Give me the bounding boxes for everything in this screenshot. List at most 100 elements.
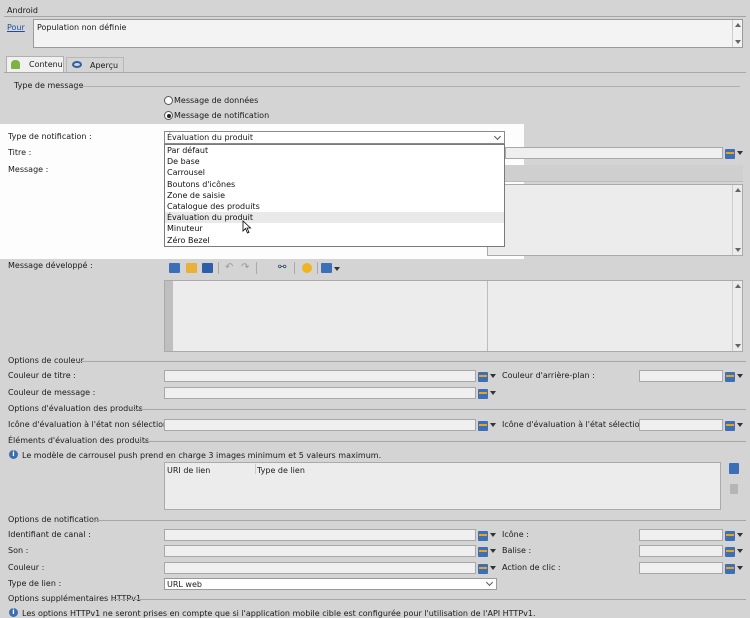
chevron-down-icon — [490, 423, 496, 427]
personalize-icon — [725, 531, 735, 541]
divider — [92, 520, 746, 521]
personalize-icon — [725, 564, 735, 574]
option-product-rating[interactable]: Évaluation du produit — [165, 212, 504, 224]
section-rating-options: Options d'évaluation des produits — [8, 404, 143, 413]
color-personalize-button[interactable] — [478, 563, 498, 575]
message-color-personalize-button[interactable] — [478, 388, 498, 400]
expanded-message-label: Message développé : — [8, 261, 93, 270]
option-basic[interactable]: De base — [165, 156, 504, 167]
scroll-down-icon[interactable] — [735, 344, 741, 348]
folder-icon[interactable] — [186, 263, 197, 273]
add-item-icon[interactable] — [729, 463, 739, 474]
message-toolbar-strip — [505, 165, 743, 182]
emoji-icon[interactable] — [302, 263, 312, 273]
sound-label: Son : — [8, 546, 29, 555]
personalize-icon — [725, 421, 735, 431]
option-input-box[interactable]: Zone de saisie — [165, 190, 504, 201]
editor-scrollbar[interactable] — [732, 281, 742, 351]
expanded-message-editor[interactable] — [164, 280, 743, 352]
option-carousel[interactable]: Carrousel — [165, 167, 504, 178]
option-default[interactable]: Par défaut — [165, 145, 504, 156]
title-color-field[interactable] — [164, 370, 476, 382]
channel-id-personalize-button[interactable] — [478, 530, 498, 542]
mouse-cursor-icon — [242, 220, 252, 234]
find-icon[interactable]: ⚯ — [278, 263, 286, 273]
icon-personalize-button[interactable] — [725, 530, 745, 542]
redo-icon[interactable]: ↷ — [241, 263, 249, 273]
chevron-down-icon — [737, 566, 743, 570]
radio-notification-message[interactable] — [164, 111, 173, 120]
scroll-down-icon[interactable] — [735, 40, 741, 44]
scroll-up-icon[interactable] — [735, 23, 741, 27]
background-color-field[interactable] — [639, 370, 723, 382]
title-label: Titre : — [8, 148, 32, 157]
chevron-down-icon — [490, 533, 496, 537]
chevron-down-icon[interactable] — [334, 267, 340, 271]
delete-icon[interactable] — [730, 484, 738, 494]
radio-dot — [166, 113, 171, 118]
radio-data-message[interactable] — [164, 96, 173, 105]
tab-content[interactable]: Contenu — [6, 56, 64, 72]
sound-field[interactable] — [164, 545, 476, 557]
message-type-divider — [76, 86, 740, 87]
notification-type-select[interactable]: Évaluation du produit — [164, 131, 505, 144]
tag-personalize-button[interactable] — [725, 546, 745, 558]
click-action-personalize-button[interactable] — [725, 563, 745, 575]
unselected-icon-field[interactable] — [164, 419, 476, 431]
link-type-select[interactable]: URL web — [164, 578, 497, 590]
radio-data-message-label: Message de données — [174, 96, 259, 105]
personalize-icon[interactable] — [169, 263, 180, 273]
tab-preview-label: Aperçu — [90, 61, 119, 70]
section-color-options: Options de couleur — [8, 356, 84, 365]
option-icon-buttons[interactable]: Boutons d'icônes — [165, 179, 504, 190]
population-scrollbar[interactable] — [732, 20, 742, 47]
population-field[interactable]: Population non définie — [33, 19, 743, 48]
chevron-down-icon — [490, 549, 496, 553]
notification-type-dropdown[interactable]: Par défaut De base Carrousel Boutons d'i… — [164, 144, 505, 247]
tab-preview[interactable]: Aperçu — [66, 57, 124, 72]
rating-elements-table[interactable]: URI de lien Type de lien — [164, 462, 721, 510]
insert-menu-icon[interactable] — [321, 263, 332, 273]
chevron-down-icon — [737, 423, 743, 427]
editor-gutter — [165, 281, 173, 351]
title-field[interactable] — [505, 147, 723, 159]
save-icon[interactable] — [202, 263, 213, 273]
title-color-label: Couleur de titre : — [8, 371, 76, 380]
message-editor-scrollbar[interactable] — [732, 185, 742, 255]
option-zero-bezel[interactable]: Zéro Bezel — [165, 235, 504, 246]
option-product-catalog[interactable]: Catalogue des produits — [165, 201, 504, 212]
column-header-link-type[interactable]: Type de lien — [257, 466, 305, 475]
message-editor-right[interactable] — [487, 184, 743, 256]
personalize-icon — [478, 564, 488, 574]
scroll-up-icon[interactable] — [735, 188, 741, 192]
scroll-down-icon[interactable] — [735, 248, 741, 252]
section-title-android: Android — [7, 6, 38, 15]
for-link[interactable]: Pour — [7, 23, 25, 32]
unselected-icon-personalize-button[interactable] — [478, 420, 498, 432]
undo-icon[interactable]: ↶ — [225, 263, 233, 273]
selected-icon-personalize-button[interactable] — [725, 420, 745, 432]
notification-type-label: Type de notification : — [8, 132, 92, 141]
toolbar-separator — [294, 262, 295, 274]
chevron-down-icon — [737, 151, 743, 155]
toolbar-separator — [317, 262, 318, 274]
selected-icon-field[interactable] — [639, 419, 723, 431]
divider — [130, 409, 746, 410]
personalize-icon — [478, 421, 488, 431]
tag-field[interactable] — [639, 545, 723, 557]
personalize-icon — [725, 149, 735, 159]
sound-personalize-button[interactable] — [478, 546, 498, 558]
scroll-up-icon[interactable] — [735, 284, 741, 288]
chevron-down-icon — [490, 566, 496, 570]
option-timer[interactable]: Minuteur — [165, 223, 504, 234]
column-header-link-uri[interactable]: URI de lien — [167, 466, 210, 475]
color-field[interactable] — [164, 562, 476, 574]
icon-field[interactable] — [639, 529, 723, 541]
background-color-personalize-button[interactable] — [725, 371, 745, 383]
personalize-icon — [478, 547, 488, 557]
title-color-personalize-button[interactable] — [478, 371, 498, 383]
click-action-field[interactable] — [639, 562, 723, 574]
title-personalize-button[interactable] — [725, 148, 745, 160]
message-color-field[interactable] — [164, 387, 476, 399]
channel-id-field[interactable] — [164, 529, 476, 541]
